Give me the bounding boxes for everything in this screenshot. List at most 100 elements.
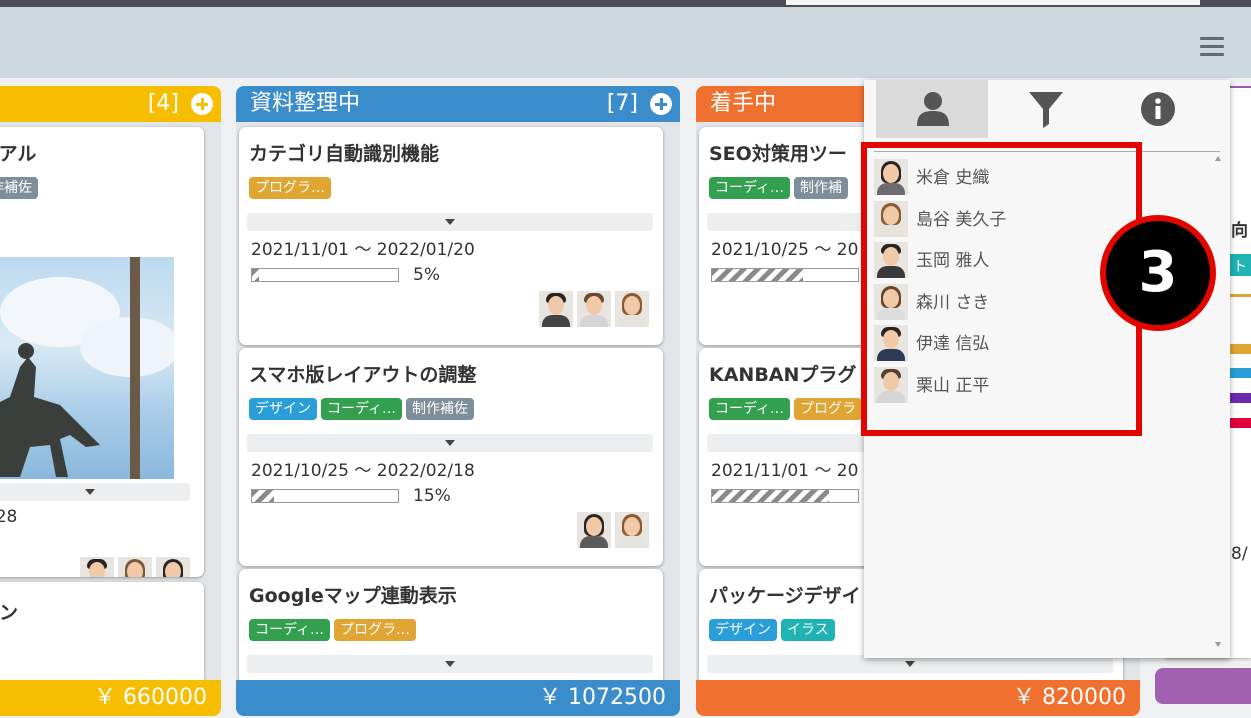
card-expander[interactable] [247,655,653,673]
avatar [615,291,649,327]
tag: プログラ… [249,177,331,199]
progress-bar [251,489,399,503]
member-name: 島谷 美久子 [916,209,1007,230]
card-title: Googleマップ連動表示 [249,585,457,607]
card-avatars [535,291,649,331]
card-title: カテゴリ自動識別機能 [249,143,440,165]
avatar [539,291,573,327]
step-badge: 3 [1100,215,1216,331]
column-title: 着手中 [710,91,777,116]
tag: イラス [781,619,835,641]
column-total: ￥ 660000 [0,680,221,716]
hamburger-menu-icon[interactable] [1200,37,1224,59]
card-tags: コーディ… プログラ [709,398,866,420]
statue-image [0,343,100,477]
card-dates: 2021/10/25 ～ 20 [711,240,859,260]
member-name: 米倉 史織 [916,168,990,188]
card-title: KANBANプラグ [709,364,857,386]
column-body: カテゴリ自動識別機能 プログラ… 2021/11/01 ～ 2022/01/20… [236,122,680,680]
card-title: イン [0,602,19,624]
progress-fill [712,269,803,281]
progress-fill [712,490,829,502]
card-tags: デザイン イラス [709,619,839,641]
tag-fragment: ト [1233,259,1247,275]
tab-info[interactable] [1100,80,1212,138]
card[interactable]: Googleマップ連動表示 コーディ… プログラ… [239,569,663,680]
tag: 制作補 [794,177,849,199]
member-item[interactable]: 栗山 正平 [874,364,1204,406]
tag: デザイン [709,619,777,641]
card[interactable]: スマホ版レイアウトの調整 デザイン コーディ… 制作補佐 2021/10/25 ～ … [239,348,663,566]
card-tags: プログラ… [249,177,335,199]
avatar [615,512,649,548]
card-avatars [76,557,190,577]
card-title: SEO対策用ツー [709,143,847,165]
card-dates: 2021/11/01 ～ 2022/01/20 [251,240,475,260]
card[interactable]: カテゴリ自動識別機能 プログラ… 2021/11/01 ～ 2022/01/20… [239,127,663,345]
progress-label: 5% [413,265,440,285]
card-title-fragment: 向 [1231,221,1248,241]
members-panel: 米倉 史織 島谷 美久子 玉岡 雅人 森川 さき 伊達 信弘 栗山 正平 [864,80,1230,658]
card-image [0,257,174,479]
progress-bar [711,489,859,503]
tag: 制作補佐 [0,177,38,199]
member-avatar [874,200,908,237]
card-tags: コーディ… 制作補 [709,177,852,199]
card-expander[interactable] [247,434,653,452]
member-name: 栗山 正平 [916,375,990,396]
member-avatar [874,325,908,362]
progress-bar [251,268,399,282]
card-tags: 制作補佐 [0,177,42,199]
scroll-down-arrow[interactable] [1215,642,1221,647]
add-card-icon[interactable] [650,93,672,115]
card-tags: コーディ… プログラ… [249,619,420,641]
add-card-icon[interactable] [191,93,213,115]
card[interactable]: イン [0,582,204,680]
member-item[interactable]: 米倉 史織 [874,156,1204,198]
avatar [156,557,190,577]
column-title: 資料整理中 [250,91,361,116]
column-header: 資料整理中 [7] [236,86,680,122]
card-dates: 2021/11/01 ～ 20 [711,461,859,481]
avatar [577,512,611,548]
card-tags: デザイン コーディ… 制作補佐 [249,398,478,420]
member-avatar [874,366,908,403]
card-title: スマホ版レイアウトの調整 [249,364,477,386]
tag: コーディ… [321,398,403,420]
column-count: [4] [147,91,179,116]
card-title: ュアル [0,143,37,165]
tag: コーディ… [249,619,331,641]
tab-members[interactable] [876,80,988,138]
column-total: ￥ 1072500 [236,680,680,716]
avatar [577,291,611,327]
card-expander[interactable] [0,483,190,501]
member-name: 伊達 信弘 [916,334,990,355]
user-icon [917,92,949,126]
card-dates: 2021/10/25 ～ 2022/02/18 [251,461,475,481]
tag: コーディ… [709,398,791,420]
tag: プログラ… [334,619,417,641]
progress-fill [252,269,260,281]
scroll-up-arrow[interactable] [1215,156,1221,161]
card[interactable]: ュアル 制作補佐 /28 [0,127,204,577]
avatar [80,557,114,577]
card-title: パッケージデザイ [709,585,861,607]
progress-label: 15% [413,486,451,506]
card-expander[interactable] [247,213,653,231]
avatar [118,557,152,577]
member-avatar [874,283,908,320]
tag: 制作補佐 [406,398,475,420]
member-name: 玉岡 雅人 [916,251,990,272]
column-body: ュアル 制作補佐 /28 イン [0,122,221,680]
step-number: 3 [1106,221,1210,325]
window-top-strip [0,0,1251,7]
column-total: ￥ 820000 [696,680,1140,716]
app-header [0,7,1251,78]
tag: デザイン [249,398,317,420]
tag: コーディ… [709,177,791,199]
column-2: 資料整理中 [7] カテゴリ自動識別機能 プログラ… 2021/11/01 ～ … [236,86,680,716]
progress-bar [711,268,859,282]
panel-divider [874,151,1220,152]
column-count: [7] [606,91,638,116]
tab-filter[interactable] [988,80,1100,138]
